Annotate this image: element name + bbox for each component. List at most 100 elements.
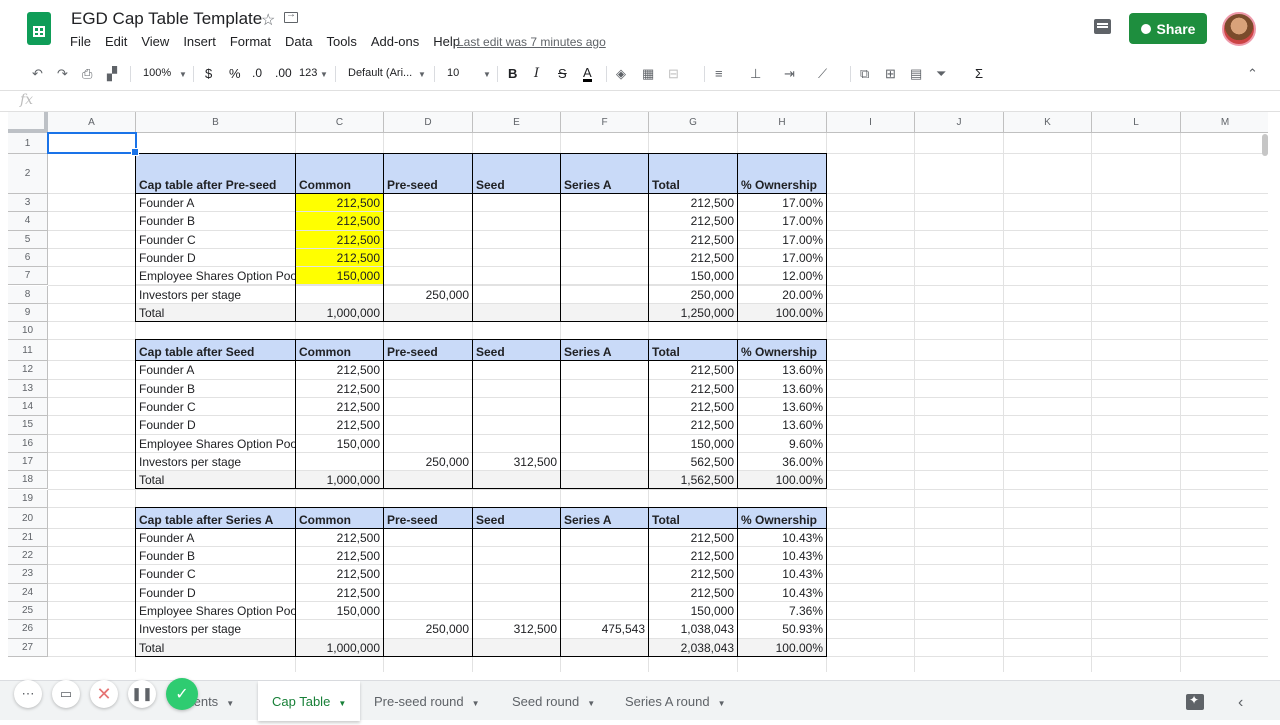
- row-label-cell[interactable]: Founder C: [136, 230, 296, 249]
- table-cell[interactable]: 10.43%: [738, 565, 827, 584]
- row-header[interactable]: 2: [8, 154, 48, 194]
- row-header[interactable]: 11: [8, 340, 48, 362]
- table-cell[interactable]: 9.60%: [738, 434, 827, 453]
- row-label-cell[interactable]: Investors per stage: [136, 620, 296, 639]
- row-header[interactable]: 19: [8, 489, 48, 508]
- row-label-cell[interactable]: Founder D: [136, 583, 296, 602]
- zoom-select[interactable]: 100%: [143, 67, 171, 79]
- table-header-cell[interactable]: % Ownership: [738, 507, 827, 529]
- table-cell[interactable]: 212,500: [296, 528, 384, 548]
- column-header[interactable]: H: [738, 112, 827, 133]
- column-header[interactable]: K: [1004, 112, 1092, 133]
- increase-decimal-button[interactable]: .00: [275, 66, 292, 80]
- table-cell[interactable]: 1,250,000: [649, 303, 738, 323]
- tab-series-a-round[interactable]: Series A round ▼: [625, 681, 725, 721]
- table-header-cell[interactable]: Pre-seed: [384, 154, 473, 194]
- row-header[interactable]: 7: [8, 267, 48, 286]
- undo-icon[interactable]: ↶: [32, 66, 43, 82]
- table-cell[interactable]: [384, 230, 473, 249]
- table-cell[interactable]: 12.00%: [738, 267, 827, 286]
- table-cell[interactable]: 100.00%: [738, 303, 827, 323]
- table-cell[interactable]: 1,000,000: [296, 638, 384, 657]
- row-header[interactable]: 26: [8, 620, 48, 639]
- table-cell[interactable]: [384, 471, 473, 490]
- table-cell[interactable]: [384, 398, 473, 417]
- decrease-decimal-button[interactable]: .0: [252, 66, 262, 80]
- table-cell[interactable]: [561, 547, 649, 566]
- table-header-cell[interactable]: Total: [649, 154, 738, 194]
- tab-cap-table[interactable]: Cap Table ▼: [258, 681, 361, 721]
- column-header[interactable]: J: [915, 112, 1004, 133]
- table-cell[interactable]: [561, 638, 649, 657]
- row-label-cell[interactable]: Employee Shares Option Pool: [136, 602, 296, 621]
- table-cell[interactable]: 250,000: [384, 452, 473, 472]
- table-cell[interactable]: 212,500: [649, 361, 738, 380]
- table-cell[interactable]: 10.43%: [738, 583, 827, 602]
- table-header-cell[interactable]: Seed: [473, 507, 561, 529]
- table-cell[interactable]: [561, 230, 649, 249]
- table-cell[interactable]: [384, 379, 473, 398]
- table-cell[interactable]: 212,500: [296, 416, 384, 435]
- last-edit-link[interactable]: Last edit was 7 minutes ago: [457, 35, 606, 49]
- paint-format-icon[interactable]: ▞: [107, 66, 117, 82]
- text-color-button[interactable]: A: [583, 66, 592, 82]
- table-cell[interactable]: 212,500: [296, 212, 384, 231]
- table-cell[interactable]: [473, 194, 561, 213]
- column-header[interactable]: C: [296, 112, 384, 133]
- font-size-select[interactable]: 10: [447, 67, 459, 79]
- table-cell[interactable]: [296, 285, 384, 304]
- table-cell[interactable]: 312,500: [473, 452, 561, 472]
- table-cell[interactable]: 150,000: [296, 434, 384, 453]
- table-cell[interactable]: [561, 212, 649, 231]
- table-cell[interactable]: [561, 471, 649, 490]
- table-cell[interactable]: 50.93%: [738, 620, 827, 639]
- table-cell[interactable]: 250,000: [384, 620, 473, 639]
- table-cell[interactable]: 212,500: [649, 398, 738, 417]
- table-cell[interactable]: [473, 602, 561, 621]
- row-header[interactable]: 12: [8, 361, 48, 380]
- menu-format[interactable]: Format: [230, 34, 271, 49]
- row-header[interactable]: 6: [8, 248, 48, 268]
- collapse-toolbar-icon[interactable]: ⌃: [1247, 66, 1258, 82]
- table-cell[interactable]: 212,500: [649, 583, 738, 602]
- row-header[interactable]: 16: [8, 434, 48, 453]
- table-cell[interactable]: 36.00%: [738, 452, 827, 472]
- table-cell[interactable]: [384, 434, 473, 453]
- row-label-cell[interactable]: Investors per stage: [136, 452, 296, 472]
- row-label-cell[interactable]: Founder A: [136, 194, 296, 213]
- tab-pre-seed-round[interactable]: Pre-seed round ▼: [374, 681, 480, 721]
- table-cell[interactable]: 212,500: [649, 379, 738, 398]
- insert-link-icon[interactable]: ⧉: [860, 66, 869, 82]
- row-header[interactable]: 27: [8, 638, 48, 657]
- table-cell[interactable]: [561, 583, 649, 602]
- table-cell[interactable]: 212,500: [296, 398, 384, 417]
- table-cell[interactable]: 250,000: [649, 285, 738, 304]
- row-label-cell[interactable]: Investors per stage: [136, 285, 296, 304]
- row-header[interactable]: 17: [8, 452, 48, 472]
- table-cell[interactable]: [384, 248, 473, 268]
- table-cell[interactable]: 212,500: [296, 361, 384, 380]
- table-header-cell[interactable]: Seed: [473, 154, 561, 194]
- row-label-cell[interactable]: Founder B: [136, 379, 296, 398]
- table-cell[interactable]: 212,500: [649, 194, 738, 213]
- table-cell[interactable]: [473, 267, 561, 286]
- table-cell[interactable]: 150,000: [296, 267, 384, 286]
- table-cell[interactable]: [473, 471, 561, 490]
- row-header[interactable]: 22: [8, 547, 48, 566]
- row-header[interactable]: 8: [8, 285, 48, 304]
- table-header-cell[interactable]: Cap table after Pre-seed: [136, 154, 296, 194]
- table-cell[interactable]: [561, 416, 649, 435]
- table-cell[interactable]: [473, 416, 561, 435]
- table-cell[interactable]: [561, 528, 649, 548]
- print-icon[interactable]: ⎙: [82, 66, 92, 82]
- row-label-cell[interactable]: Founder B: [136, 212, 296, 231]
- row-label-cell[interactable]: Total: [136, 303, 296, 323]
- column-header[interactable]: E: [473, 112, 561, 133]
- table-cell[interactable]: 212,500: [649, 547, 738, 566]
- menu-file[interactable]: File: [70, 34, 91, 49]
- table-cell[interactable]: 10.43%: [738, 528, 827, 548]
- table-cell[interactable]: 17.00%: [738, 212, 827, 231]
- menu-insert[interactable]: Insert: [183, 34, 216, 49]
- table-cell[interactable]: [384, 602, 473, 621]
- table-header-cell[interactable]: Pre-seed: [384, 340, 473, 362]
